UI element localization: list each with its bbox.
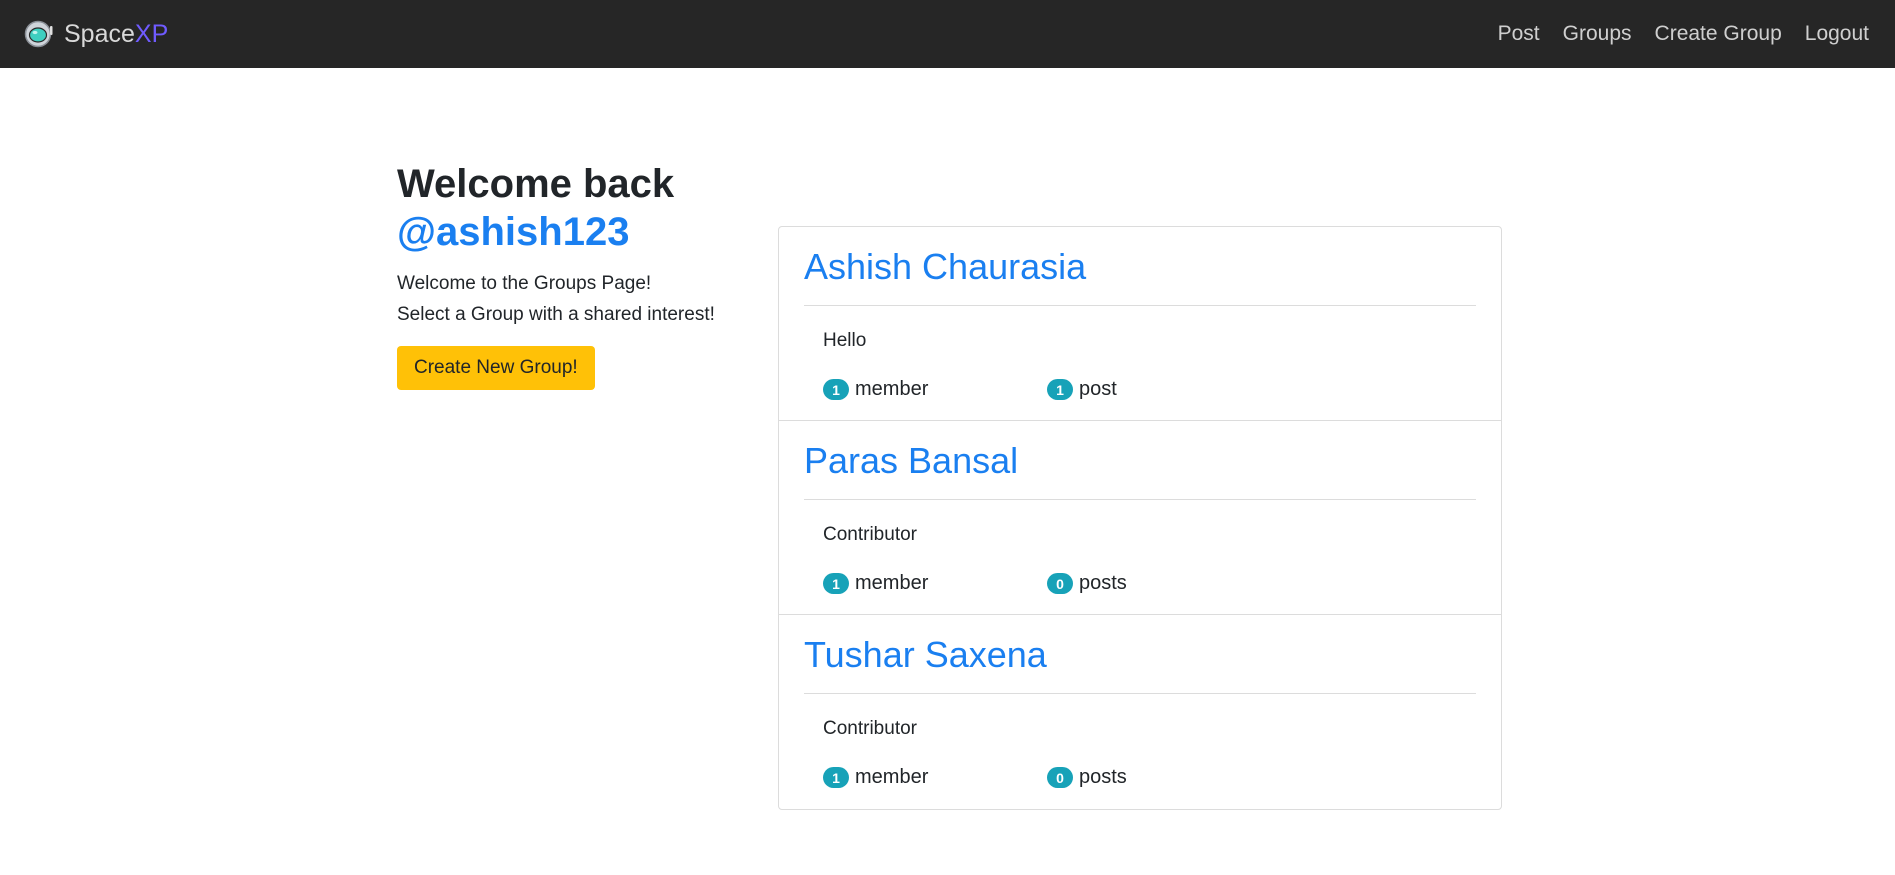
welcome-intro: Welcome to the Groups Page! Select a Gro… [397, 268, 757, 330]
post-label: post [1079, 378, 1117, 400]
group-list-item[interactable]: Tushar Saxena Contributor 1 member 0 pos… [779, 615, 1501, 809]
create-new-group-button[interactable]: Create New Group! [397, 346, 595, 390]
group-divider [804, 693, 1476, 694]
welcome-heading: Welcome back @ashish123 [397, 160, 757, 256]
group-description: Contributor [823, 524, 917, 545]
group-member-stat: 1 member [823, 378, 1047, 401]
member-label: member [855, 378, 929, 400]
group-title-link[interactable]: Ashish Chaurasia [804, 245, 1086, 289]
nav-post-link[interactable]: Post [1498, 22, 1540, 46]
brand-name: SpaceXP [64, 20, 168, 49]
brand-home-link[interactable]: SpaceXP [24, 19, 168, 49]
group-stats: 1 member 0 posts [823, 766, 1476, 789]
brand-name-suffix: XP [134, 19, 169, 48]
group-post-stat: 0 posts [1047, 572, 1127, 595]
member-count-badge: 1 [823, 573, 849, 594]
post-count-badge: 1 [1047, 379, 1073, 400]
group-description: Contributor [823, 718, 917, 739]
main-content: Welcome back @ashish123 Welcome to the G… [0, 68, 1895, 875]
member-count-badge: 1 [823, 767, 849, 788]
member-label: member [855, 572, 929, 594]
member-count-badge: 1 [823, 379, 849, 400]
group-list-item[interactable]: Ashish Chaurasia Hello 1 member 1 post [779, 227, 1501, 421]
group-list: Ashish Chaurasia Hello 1 member 1 post P… [778, 226, 1502, 810]
top-navbar: SpaceXP Post Groups Create Group Logout [0, 0, 1895, 68]
group-description: Hello [823, 330, 867, 351]
group-member-stat: 1 member [823, 572, 1047, 595]
nav-groups-link[interactable]: Groups [1563, 22, 1632, 46]
welcome-intro-line-2: Select a Group with a shared interest! [397, 304, 715, 325]
group-member-stat: 1 member [823, 766, 1047, 789]
group-divider [804, 499, 1476, 500]
post-label: posts [1079, 766, 1127, 788]
nav-create-group-link[interactable]: Create Group [1655, 22, 1782, 46]
member-label: member [855, 766, 929, 788]
group-list-item[interactable]: Paras Bansal Contributor 1 member 0 post… [779, 421, 1501, 615]
group-post-stat: 0 posts [1047, 766, 1127, 789]
welcome-heading-text: Welcome back [397, 162, 675, 206]
group-post-stat: 1 post [1047, 378, 1117, 401]
group-stats: 1 member 0 posts [823, 572, 1476, 595]
group-title-link[interactable]: Paras Bansal [804, 439, 1018, 483]
group-divider [804, 305, 1476, 306]
post-count-badge: 0 [1047, 767, 1073, 788]
astronaut-helmet-icon [24, 19, 54, 49]
welcome-username: @ashish123 [397, 210, 630, 254]
welcome-intro-line-1: Welcome to the Groups Page! [397, 273, 652, 294]
group-title-link[interactable]: Tushar Saxena [804, 633, 1047, 677]
nav-logout-link[interactable]: Logout [1805, 22, 1869, 46]
post-count-badge: 0 [1047, 573, 1073, 594]
nav-links: Post Groups Create Group Logout [1475, 22, 1869, 46]
welcome-panel: Welcome back @ashish123 Welcome to the G… [397, 160, 757, 390]
group-stats: 1 member 1 post [823, 378, 1476, 401]
post-label: posts [1079, 572, 1127, 594]
brand-name-prefix: Space [64, 19, 135, 48]
